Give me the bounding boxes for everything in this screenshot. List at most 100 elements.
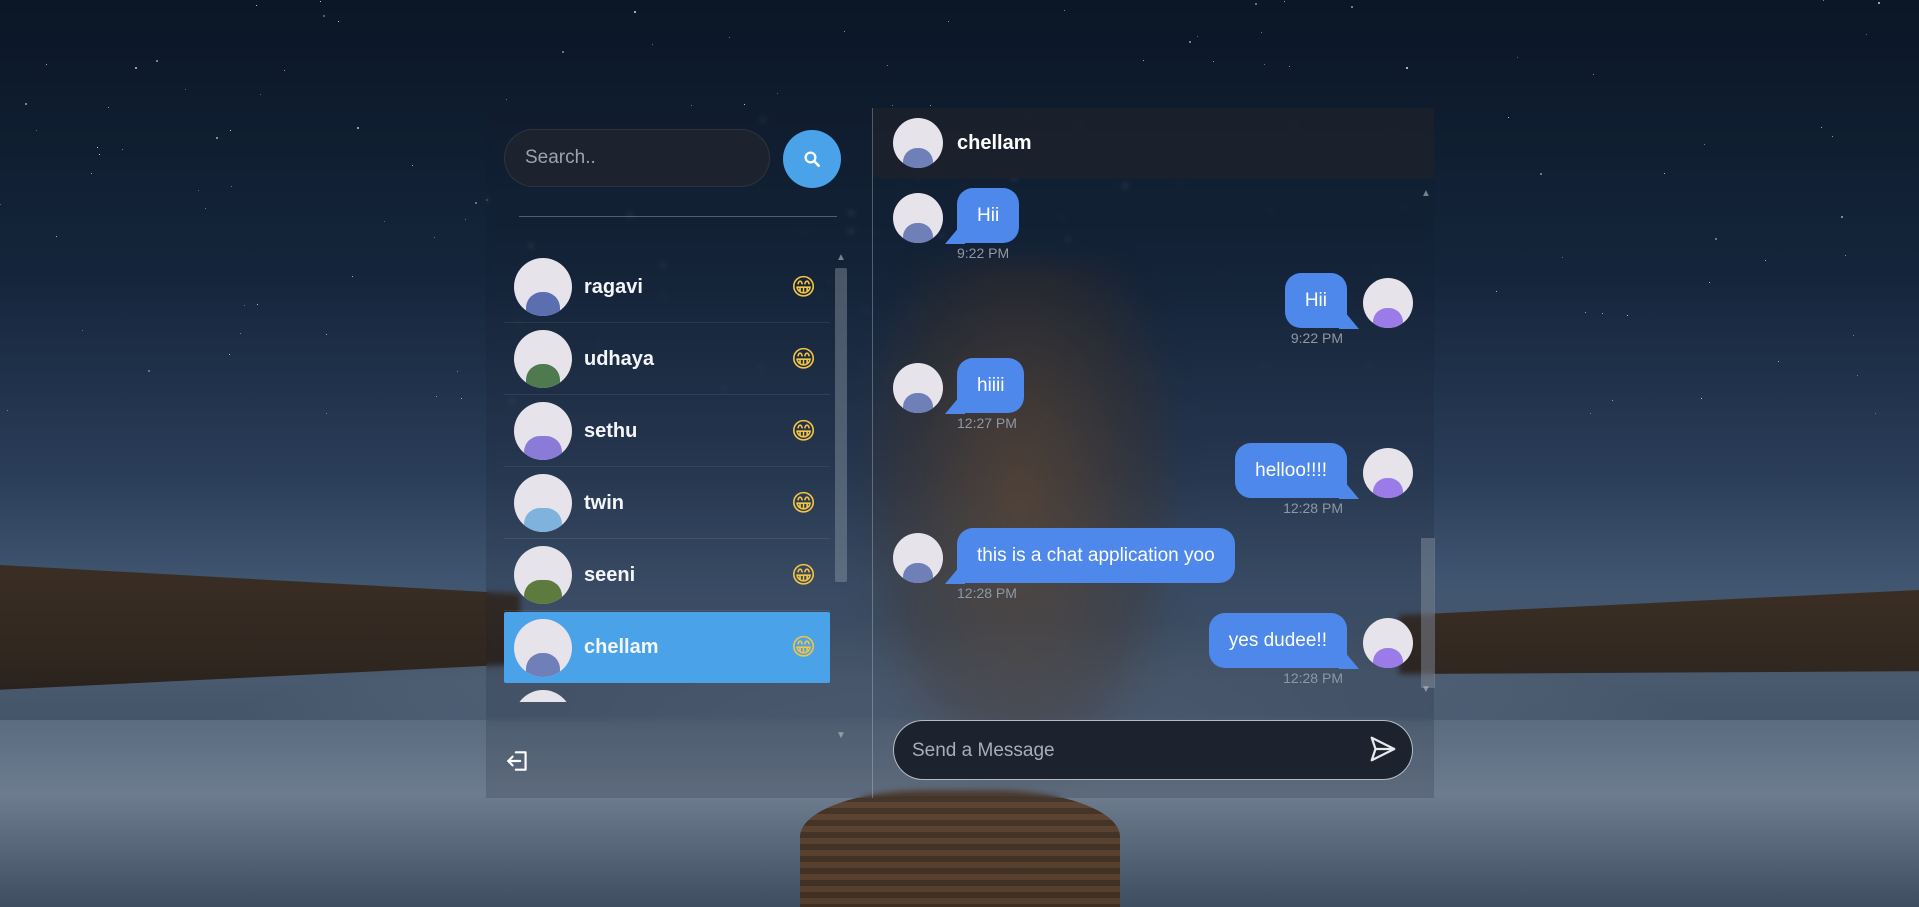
message-bubble: hiiii	[957, 358, 1025, 413]
shore-right	[1399, 590, 1919, 674]
star	[1845, 255, 1846, 256]
star	[198, 190, 199, 191]
message-time: 12:28 PM	[957, 585, 1017, 601]
contact-list-scrollbar[interactable]: ▲ ▼	[832, 252, 848, 742]
avatar	[893, 193, 943, 243]
star	[1778, 361, 1779, 362]
avatar	[514, 546, 572, 604]
contact-name: sethu	[584, 419, 638, 442]
star	[1701, 398, 1702, 399]
star	[457, 371, 458, 372]
star	[1765, 260, 1766, 261]
scroll-up-icon[interactable]: ▲	[836, 252, 846, 263]
scrollbar-thumb[interactable]	[1421, 538, 1435, 688]
sidebar: ragavi 😁 udhaya 😁 sethu 😁 twin 😁 seeni	[486, 108, 872, 798]
grin-emoji-icon: 😁	[790, 345, 816, 373]
search-icon	[804, 151, 821, 168]
star	[1709, 282, 1710, 283]
search-input[interactable]	[504, 129, 770, 187]
contact-item[interactable]: dude_09 😁	[504, 684, 830, 702]
star	[82, 330, 83, 331]
star	[7, 410, 8, 411]
message-input[interactable]	[910, 721, 1354, 781]
message-bubble: yes dudee!!	[1208, 613, 1347, 668]
star	[1875, 413, 1876, 414]
message-outgoing: yes dudee!! 12:28 PM	[873, 613, 1413, 698]
scroll-up-icon[interactable]: ▲	[1421, 188, 1431, 199]
star	[1562, 257, 1563, 258]
avatar	[1363, 278, 1413, 328]
message-incoming: this is a chat application yoo 12:28 PM	[873, 528, 1413, 613]
star	[148, 370, 150, 372]
star	[1351, 6, 1353, 8]
search-button[interactable]	[783, 130, 841, 188]
contact-item[interactable]: twin 😁	[504, 468, 830, 539]
message-bubble: this is a chat application yoo	[957, 528, 1235, 583]
star	[729, 37, 730, 38]
star	[1508, 117, 1509, 118]
contact-item[interactable]: ragavi 😁	[504, 252, 830, 323]
message-outgoing: helloo!!!! 12:28 PM	[873, 443, 1413, 528]
scroll-down-icon[interactable]: ▼	[1421, 684, 1431, 695]
message-list-scrollbar[interactable]: ▲ ▼	[1419, 188, 1435, 698]
star	[562, 51, 564, 53]
star	[1832, 136, 1833, 137]
avatar	[893, 363, 943, 413]
chat-pane: chellam Hii 9:22 PM Hii 9:22 PM hiiii 12…	[873, 108, 1435, 798]
star	[384, 221, 385, 222]
scroll-down-icon[interactable]: ▼	[836, 730, 846, 741]
avatar	[514, 618, 572, 677]
star	[930, 105, 931, 106]
star	[1189, 41, 1191, 43]
star	[240, 333, 241, 334]
star	[230, 130, 231, 131]
contact-name: ragavi	[584, 275, 643, 298]
star	[244, 305, 245, 306]
avatar	[514, 258, 572, 316]
star	[844, 31, 845, 32]
star	[1197, 36, 1198, 37]
star	[506, 99, 507, 100]
star	[1627, 315, 1628, 316]
star	[257, 304, 258, 305]
avatar	[1363, 448, 1413, 498]
grin-emoji-icon: 😁	[790, 489, 816, 517]
star	[1517, 57, 1518, 58]
send-button[interactable]	[1364, 731, 1402, 769]
star	[1406, 67, 1408, 69]
star	[260, 94, 261, 95]
star	[1540, 173, 1542, 175]
contact-item[interactable]: sethu 😁	[504, 396, 830, 467]
message-bubble: helloo!!!!	[1235, 443, 1347, 498]
star	[97, 147, 98, 148]
logout-button[interactable]	[504, 748, 532, 776]
contact-item[interactable]: seeni 😁	[504, 540, 830, 611]
contact-item[interactable]: udhaya 😁	[504, 324, 830, 395]
message-time: 9:22 PM	[957, 245, 1010, 261]
avatar	[1363, 618, 1413, 668]
star	[691, 105, 692, 106]
star	[108, 107, 109, 108]
star	[1664, 173, 1665, 174]
star	[1261, 32, 1262, 33]
star	[1866, 34, 1867, 35]
contact-name: chellam	[584, 636, 659, 658]
tree-reflection	[800, 790, 1120, 907]
star	[634, 11, 636, 13]
star	[229, 354, 230, 355]
star	[56, 236, 57, 237]
chat-header: chellam	[873, 108, 1434, 178]
scrollbar-thumb[interactable]	[835, 268, 847, 582]
star	[357, 127, 359, 129]
star	[36, 130, 37, 131]
star	[352, 276, 353, 277]
star	[185, 89, 186, 90]
star	[777, 93, 778, 94]
star	[1255, 3, 1257, 5]
contact-item-active[interactable]: chellam 😁	[504, 612, 830, 683]
contact-list: ragavi 😁 udhaya 😁 sethu 😁 twin 😁 seeni 😁…	[504, 252, 830, 702]
star	[231, 186, 232, 187]
send-icon	[1370, 736, 1396, 761]
star	[1585, 312, 1586, 313]
grin-emoji-icon: 😁	[790, 417, 816, 445]
